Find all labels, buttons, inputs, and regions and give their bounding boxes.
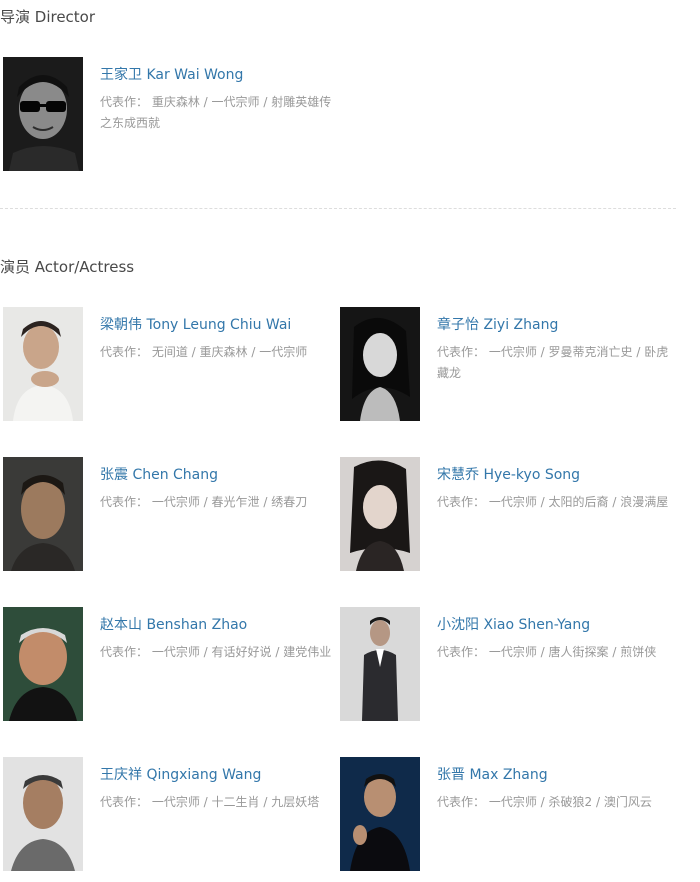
actor-name-link[interactable]: 梁朝伟 Tony Leung Chiu Wai <box>100 315 336 335</box>
director-works: 代表作： 重庆森林 / 一代宗师 / 射雕英雄传之东成西就 <box>100 92 336 134</box>
actor-portrait-image <box>3 757 83 871</box>
actor-section-title: 演员 Actor/Actress <box>0 258 135 276</box>
actor-info: 宋慧乔 Hye-kyo Song 代表作： 一代宗师 / 太阳的后裔 / 浪漫满… <box>437 465 673 513</box>
actor-name-link[interactable]: 宋慧乔 Hye-kyo Song <box>437 465 673 485</box>
actor-works: 代表作： 一代宗师 / 杀破狼2 / 澳门风云 <box>437 792 673 813</box>
actor-works: 代表作： 一代宗师 / 唐人街探案 / 煎饼侠 <box>437 642 673 663</box>
actor-photo[interactable] <box>3 457 83 571</box>
actor-works: 代表作： 一代宗师 / 有话好好说 / 建党伟业 <box>100 642 336 663</box>
actor-portrait-image <box>3 607 83 721</box>
actor-photo[interactable] <box>340 307 420 421</box>
actor-card: 张晋 Max Zhang 代表作： 一代宗师 / 杀破狼2 / 澳门风云 <box>337 757 673 873</box>
actor-card: 小沈阳 Xiao Shen-Yang 代表作： 一代宗师 / 唐人街探案 / 煎… <box>337 607 673 723</box>
actor-card: 王庆祥 Qingxiang Wang 代表作： 一代宗师 / 十二生肖 / 九层… <box>0 757 336 873</box>
works-label: 代表作： <box>100 345 149 359</box>
section-divider <box>0 208 676 209</box>
actor-photo[interactable] <box>340 757 420 871</box>
actor-info: 张震 Chen Chang 代表作： 一代宗师 / 春光乍泄 / 绣春刀 <box>100 465 336 513</box>
director-name-link[interactable]: 王家卫 Kar Wai Wong <box>100 65 336 85</box>
director-photo[interactable] <box>3 57 83 171</box>
actor-info: 王庆祥 Qingxiang Wang 代表作： 一代宗师 / 十二生肖 / 九层… <box>100 765 336 813</box>
actor-works: 代表作： 一代宗师 / 太阳的后裔 / 浪漫满屋 <box>437 492 673 513</box>
works-list: 一代宗师 / 杀破狼2 / 澳门风云 <box>488 795 652 809</box>
actor-info: 赵本山 Benshan Zhao 代表作： 一代宗师 / 有话好好说 / 建党伟… <box>100 615 336 663</box>
actor-name-link[interactable]: 章子怡 Ziyi Zhang <box>437 315 673 335</box>
actor-photo[interactable] <box>3 757 83 871</box>
actor-card: 梁朝伟 Tony Leung Chiu Wai 代表作： 无间道 / 重庆森林 … <box>0 307 336 423</box>
works-list: 一代宗师 / 春光乍泄 / 绣春刀 <box>151 495 308 509</box>
director-card: 王家卫 Kar Wai Wong 代表作： 重庆森林 / 一代宗师 / 射雕英雄… <box>0 57 336 173</box>
actor-card: 章子怡 Ziyi Zhang 代表作： 一代宗师 / 罗曼蒂克消亡史 / 卧虎藏… <box>337 307 673 423</box>
actor-portrait-image <box>3 307 83 421</box>
actor-name-link[interactable]: 张震 Chen Chang <box>100 465 336 485</box>
actor-works: 代表作： 无间道 / 重庆森林 / 一代宗师 <box>100 342 336 363</box>
works-label: 代表作： <box>437 495 486 509</box>
director-section-title: 导演 Director <box>0 8 96 26</box>
director-portrait-image <box>3 57 83 171</box>
actor-name-link[interactable]: 赵本山 Benshan Zhao <box>100 615 336 635</box>
actor-info: 小沈阳 Xiao Shen-Yang 代表作： 一代宗师 / 唐人街探案 / 煎… <box>437 615 673 663</box>
actor-works: 代表作： 一代宗师 / 十二生肖 / 九层妖塔 <box>100 792 336 813</box>
works-label: 代表作： <box>100 645 149 659</box>
actor-info: 章子怡 Ziyi Zhang 代表作： 一代宗师 / 罗曼蒂克消亡史 / 卧虎藏… <box>437 315 673 384</box>
works-label: 代表作： <box>100 495 149 509</box>
actor-photo[interactable] <box>340 607 420 721</box>
works-list: 一代宗师 / 十二生肖 / 九层妖塔 <box>151 795 320 809</box>
actor-photo[interactable] <box>3 607 83 721</box>
actor-photo[interactable] <box>340 457 420 571</box>
actor-portrait-image <box>340 607 420 721</box>
actor-card: 宋慧乔 Hye-kyo Song 代表作： 一代宗师 / 太阳的后裔 / 浪漫满… <box>337 457 673 573</box>
works-list: 一代宗师 / 唐人街探案 / 煎饼侠 <box>488 645 657 659</box>
actor-portrait-image <box>3 457 83 571</box>
works-label: 代表作： <box>437 795 486 809</box>
actor-name-link[interactable]: 王庆祥 Qingxiang Wang <box>100 765 336 785</box>
actor-portrait-image <box>340 757 420 871</box>
actor-info: 张晋 Max Zhang 代表作： 一代宗师 / 杀破狼2 / 澳门风云 <box>437 765 673 813</box>
actor-card: 赵本山 Benshan Zhao 代表作： 一代宗师 / 有话好好说 / 建党伟… <box>0 607 336 723</box>
actor-works: 代表作： 一代宗师 / 罗曼蒂克消亡史 / 卧虎藏龙 <box>437 342 673 384</box>
director-info: 王家卫 Kar Wai Wong 代表作： 重庆森林 / 一代宗师 / 射雕英雄… <box>100 65 336 134</box>
works-list: 一代宗师 / 太阳的后裔 / 浪漫满屋 <box>488 495 669 509</box>
actor-name-link[interactable]: 张晋 Max Zhang <box>437 765 673 785</box>
works-label: 代表作： <box>100 795 149 809</box>
actor-card: 张震 Chen Chang 代表作： 一代宗师 / 春光乍泄 / 绣春刀 <box>0 457 336 573</box>
actor-works: 代表作： 一代宗师 / 春光乍泄 / 绣春刀 <box>100 492 336 513</box>
actor-info: 梁朝伟 Tony Leung Chiu Wai 代表作： 无间道 / 重庆森林 … <box>100 315 336 363</box>
actor-portrait-image <box>340 457 420 571</box>
actor-portrait-image <box>340 307 420 421</box>
works-list: 无间道 / 重庆森林 / 一代宗师 <box>151 345 308 359</box>
works-label: 代表作： <box>437 345 486 359</box>
works-label: 代表作： <box>100 95 149 109</box>
actor-photo[interactable] <box>3 307 83 421</box>
works-label: 代表作： <box>437 645 486 659</box>
works-list: 一代宗师 / 有话好好说 / 建党伟业 <box>151 645 332 659</box>
actor-name-link[interactable]: 小沈阳 Xiao Shen-Yang <box>437 615 673 635</box>
